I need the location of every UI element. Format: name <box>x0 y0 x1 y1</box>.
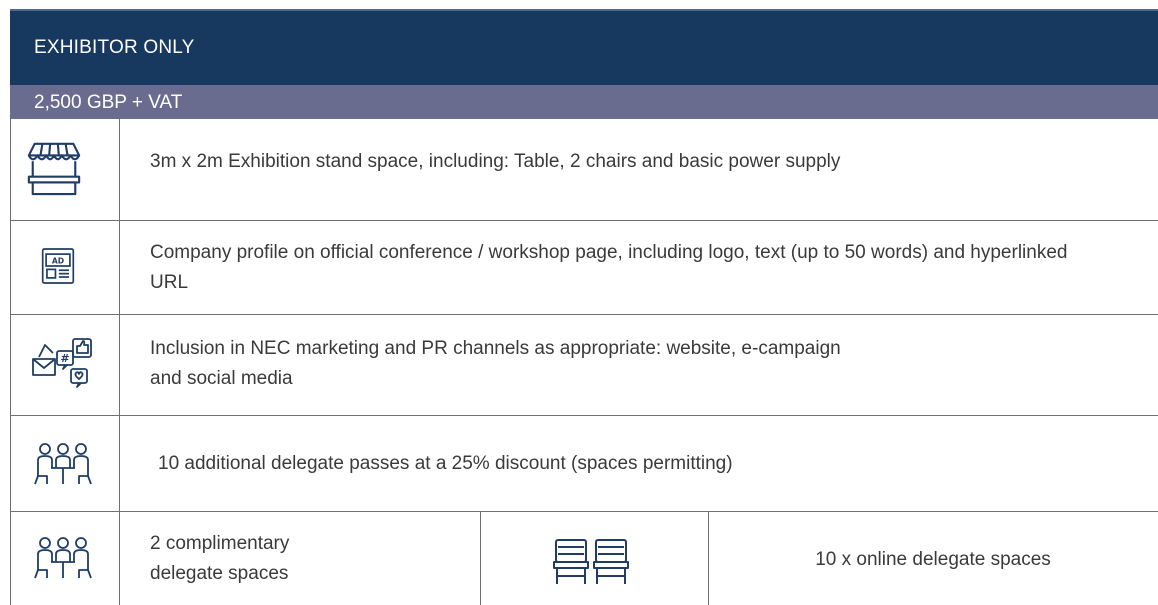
benefit-icon-cell <box>10 416 120 511</box>
package-title: EXHIBITOR ONLY <box>34 37 195 58</box>
benefit-text: Company profile on official conference /… <box>150 242 1068 293</box>
benefit-row-stand: 3m x 2m Exhibition stand space, includin… <box>10 119 1158 221</box>
benefit-row-profile: AD Company profile on official conferenc… <box>10 221 1158 315</box>
benefit-text: 10 additional delegate passes at a 25% d… <box>158 453 733 474</box>
meeting-people-icon <box>34 443 92 485</box>
market-stall-icon <box>27 142 81 196</box>
ad-newspaper-icon: AD <box>41 248 75 284</box>
benefit-icon-cell: AD <box>10 221 120 314</box>
benefit-icon-cell: # <box>10 315 120 415</box>
chairs-icon <box>553 539 629 584</box>
price-band: 2,500 GBP + VAT <box>10 85 1158 119</box>
exhibitor-package-table: EXHIBITOR ONLY 2,500 GBP + VAT 3m x 2m E… <box>0 0 1158 605</box>
svg-text:#: # <box>60 352 69 365</box>
online-spaces-text: 10 x online delegate spaces <box>815 549 1051 570</box>
meeting-people-icon <box>34 537 92 579</box>
benefit-text: 3m x 2m Exhibition stand space, includin… <box>150 151 841 172</box>
benefit-row-split: 2 complimentary delegate spaces 10 x onl… <box>10 512 1158 605</box>
social-media-icon: # <box>32 338 92 388</box>
benefit-row-marketing: # Inclusion in NEC marketing and PR chan… <box>10 315 1158 416</box>
package-price: 2,500 GBP + VAT <box>34 92 183 113</box>
benefit-row-discount: 10 additional delegate passes at a 25% d… <box>10 416 1158 512</box>
complimentary-spaces-text: 2 complimentary delegate spaces <box>150 533 290 584</box>
benefit-icon-cell <box>10 512 120 605</box>
package-header: EXHIBITOR ONLY <box>10 9 1158 85</box>
column-divider <box>480 512 481 605</box>
benefit-text: Inclusion in NEC marketing and PR channe… <box>150 338 841 389</box>
svg-text:AD: AD <box>52 256 64 265</box>
benefit-icon-cell <box>10 119 120 220</box>
